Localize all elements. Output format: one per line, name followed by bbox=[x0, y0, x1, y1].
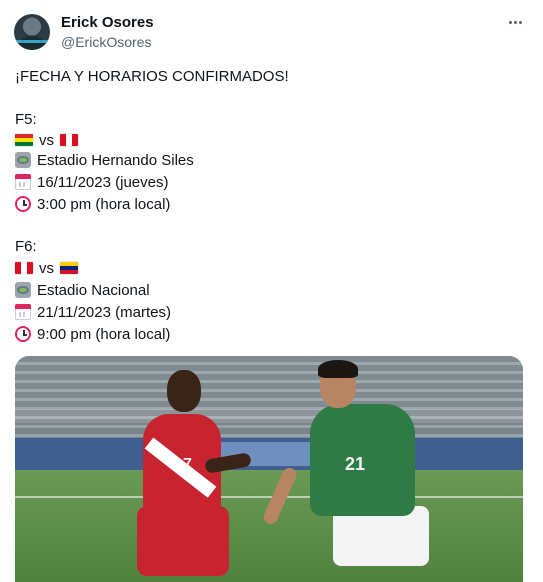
tweet-photo[interactable]: 7 21 bbox=[15, 356, 523, 582]
more-dot-icon bbox=[518, 20, 522, 24]
alarm-clock-icon bbox=[15, 196, 31, 212]
tweet-headline: ¡FECHA Y HORARIOS CONFIRMADOS! bbox=[15, 68, 289, 85]
stadium-stands bbox=[15, 356, 523, 441]
more-dot-icon bbox=[513, 20, 517, 24]
bolivia-flag-icon bbox=[15, 134, 33, 146]
calendar-icon bbox=[15, 174, 31, 190]
stadium-icon bbox=[15, 152, 31, 168]
match-teams: vs bbox=[15, 130, 84, 150]
venezuela-flag-icon bbox=[60, 262, 78, 274]
more-options-button[interactable] bbox=[504, 12, 526, 32]
match-date: 16/11/2023 (jueves) bbox=[15, 172, 168, 192]
time-text: 9:00 pm (hora local) bbox=[37, 325, 171, 343]
time-text: 3:00 pm (hora local) bbox=[37, 195, 171, 213]
peru-flag-icon bbox=[60, 134, 78, 146]
author-avatar[interactable] bbox=[14, 14, 50, 50]
stadium-name: Estadio Nacional bbox=[37, 281, 150, 299]
match-time: 3:00 pm (hora local) bbox=[15, 194, 170, 214]
match-round-label: F6: bbox=[15, 238, 37, 255]
match-round-label: F5: bbox=[15, 111, 37, 128]
tweet-card: Erick Osores @ErickOsores ¡FECHA Y HORAR… bbox=[0, 0, 543, 582]
match-teams: vs bbox=[15, 258, 84, 278]
match-stadium: Estadio Hernando Siles bbox=[15, 150, 194, 170]
avatar-strip bbox=[14, 40, 50, 43]
match-stadium: Estadio Nacional bbox=[15, 280, 150, 300]
author-name[interactable]: Erick Osores bbox=[61, 14, 154, 31]
calendar-icon bbox=[15, 304, 31, 320]
player-peru-number: 7 bbox=[183, 456, 192, 473]
match-time: 9:00 pm (hora local) bbox=[15, 324, 170, 344]
vs-label: vs bbox=[39, 259, 54, 277]
match-date: 21/11/2023 (martes) bbox=[15, 302, 171, 322]
author-handle[interactable]: @ErickOsores bbox=[61, 34, 151, 50]
stadium-name: Estadio Hernando Siles bbox=[37, 151, 194, 169]
player-peru-head bbox=[167, 370, 201, 412]
pitch-line bbox=[15, 496, 523, 498]
player-peru-shorts bbox=[137, 506, 229, 576]
stadium-icon bbox=[15, 282, 31, 298]
alarm-clock-icon bbox=[15, 326, 31, 342]
pitch bbox=[15, 470, 523, 582]
player-bolivia-hair bbox=[318, 360, 358, 378]
more-dot-icon bbox=[508, 20, 512, 24]
date-text: 16/11/2023 (jueves) bbox=[37, 173, 169, 191]
peru-flag-icon bbox=[15, 262, 33, 274]
date-text: 21/11/2023 (martes) bbox=[37, 303, 171, 321]
vs-label: vs bbox=[39, 131, 54, 149]
player-bolivia-number: 21 bbox=[345, 454, 366, 474]
avatar-shoulders bbox=[18, 36, 46, 50]
